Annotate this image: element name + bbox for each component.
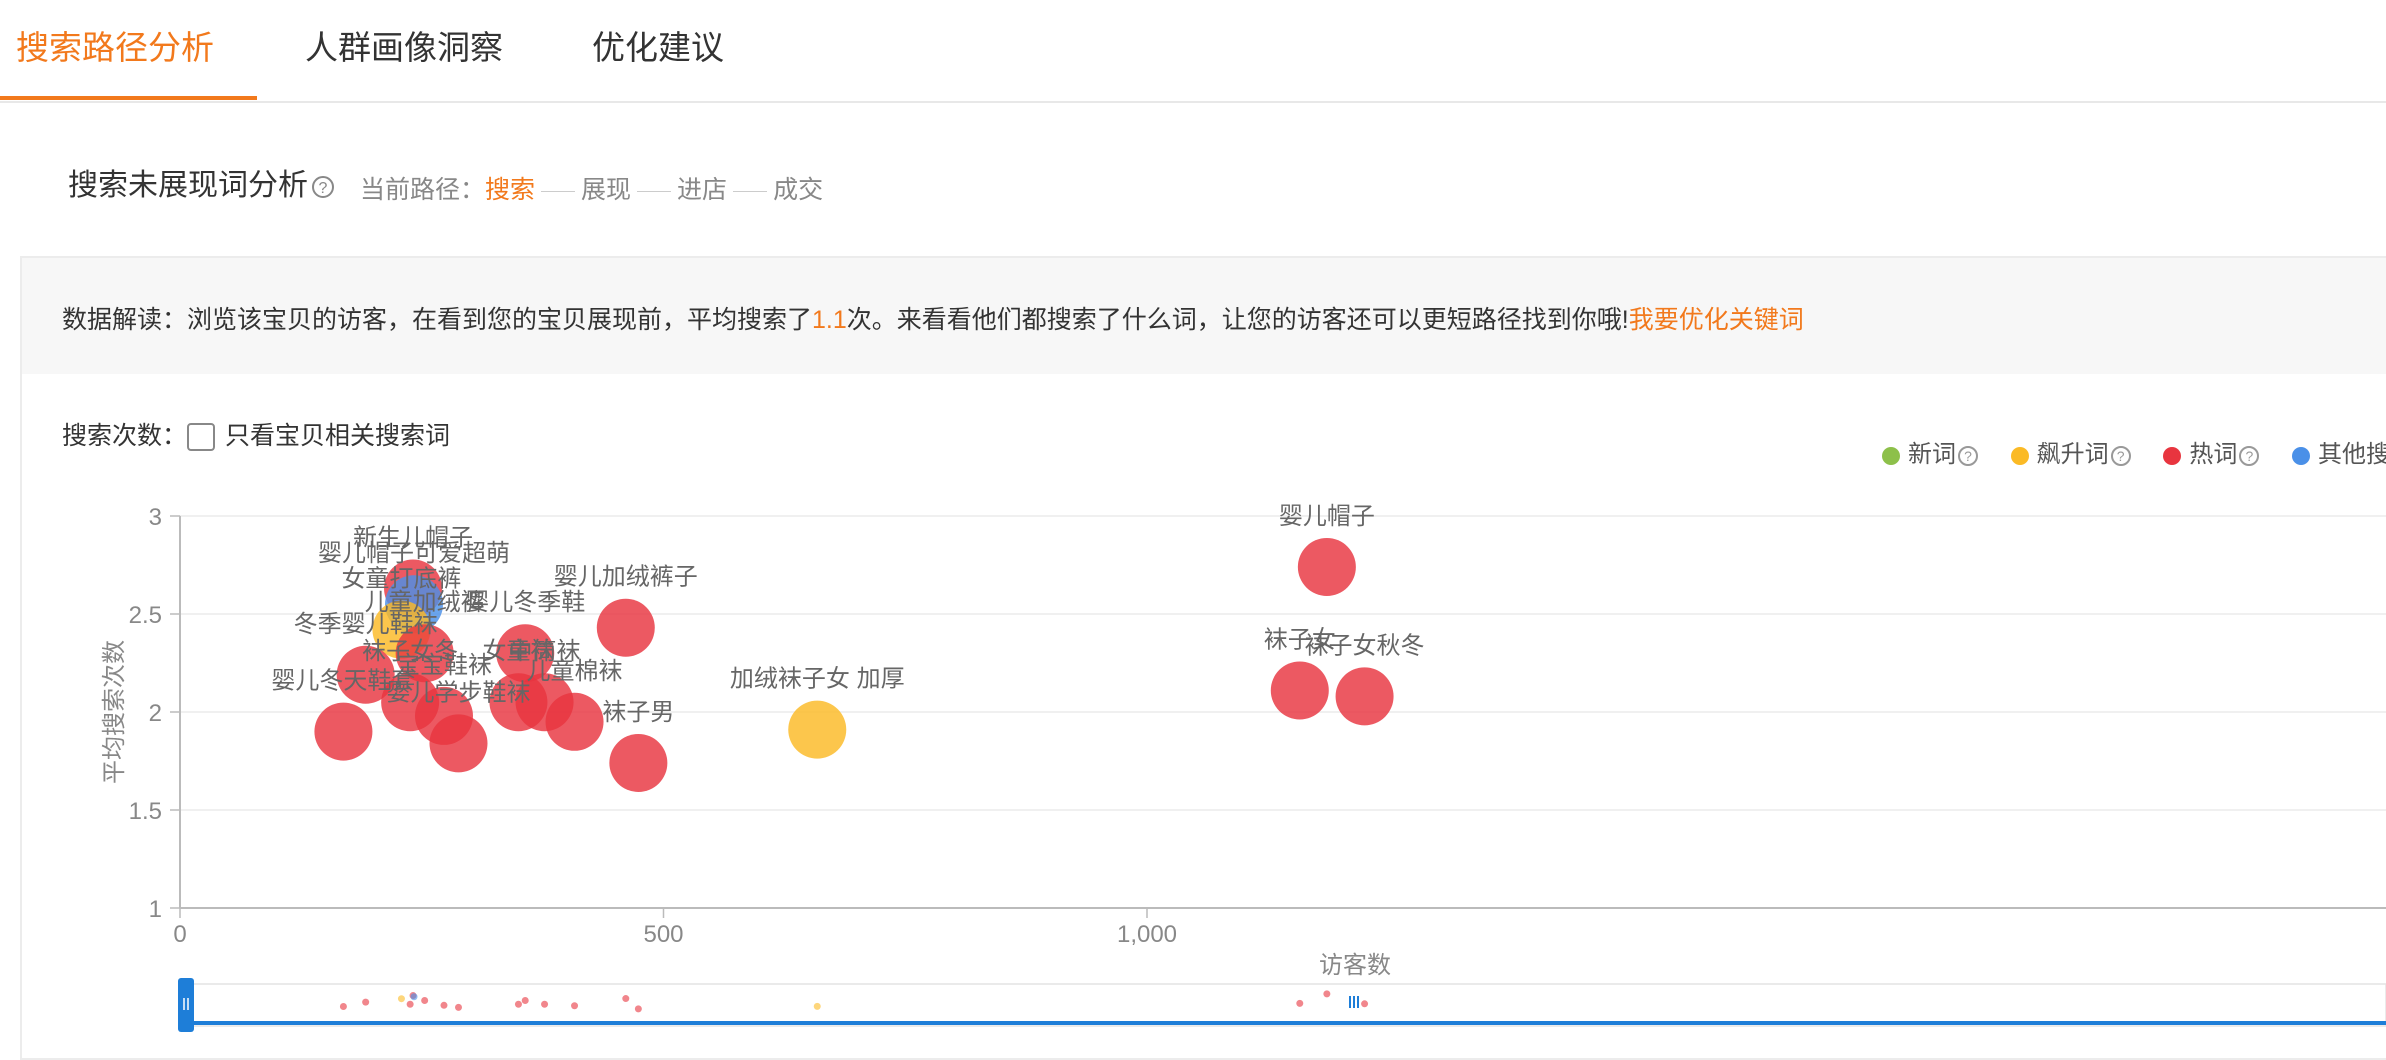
data-point[interactable] — [1270, 661, 1329, 720]
data-label: 婴儿帽子可爱超萌 — [318, 540, 510, 567]
zoom-preview-point — [571, 1002, 579, 1010]
y-tick-label: 1.5 — [129, 798, 162, 825]
data-point[interactable] — [788, 700, 847, 759]
x-tick-label: 500 — [643, 921, 683, 948]
zoom-preview-point — [421, 997, 429, 1004]
zoom-preview-point — [813, 1002, 821, 1010]
zoom-preview-point — [514, 1000, 522, 1008]
zoom-preview-point — [406, 1000, 414, 1008]
data-label: 儿童棉袜 — [527, 658, 623, 685]
data-label: 宝宝鞋袜 — [396, 652, 492, 679]
zoom-preview-point — [541, 1000, 549, 1008]
data-point[interactable] — [596, 598, 655, 657]
zoom-preview-point — [440, 1001, 448, 1009]
data-label: 婴儿学步鞋袜 — [386, 679, 530, 706]
data-label: 婴儿帽子 — [1279, 503, 1375, 530]
y-tick-label: 1 — [149, 896, 162, 923]
zoom-preview-point — [397, 995, 405, 1003]
data-point[interactable] — [314, 702, 373, 761]
zoom-preview-point — [410, 993, 418, 1001]
zoom-preview-point — [622, 995, 630, 1003]
zoom-preview-point — [362, 998, 370, 1006]
data-label: 婴儿加绒裤子 — [554, 564, 698, 591]
zoom-preview-point — [339, 1003, 347, 1010]
zoom-preview-point — [634, 1005, 642, 1013]
zoom-preview-point — [1323, 990, 1331, 998]
y-axis-title: 平均搜索次数 — [101, 640, 128, 784]
data-label: 袜子女秋冬 — [1305, 632, 1425, 659]
data-point[interactable] — [609, 733, 668, 792]
data-label: 袜子男 — [602, 699, 674, 726]
zoom-preview-point — [454, 1003, 462, 1011]
scatter-chart: 11.522.530 500 1,000访客数平均搜索次数婴儿帽子袜子女袜子女秋冬加… — [101, 503, 2386, 1032]
zoom-preview-point — [521, 997, 529, 1004]
x-tick-label: 0 — [173, 921, 186, 948]
data-label: 冬季婴儿鞋袜 — [294, 611, 438, 638]
zoom-slider-track[interactable] — [179, 983, 2386, 1027]
data-point[interactable] — [1335, 667, 1394, 726]
y-tick-label: 2 — [149, 700, 162, 727]
zoom-preview-point — [1361, 1000, 1369, 1008]
y-tick-label: 3 — [149, 504, 162, 531]
zoom-preview-point — [1296, 999, 1304, 1007]
y-tick-label: 2.5 — [129, 602, 162, 629]
zoom-handle-left[interactable] — [178, 978, 194, 1032]
x-axis-title: 访客数 — [1319, 952, 1391, 979]
data-point[interactable] — [429, 714, 488, 773]
data-label: 加绒袜子女 加厚 — [730, 666, 905, 693]
data-point[interactable] — [545, 692, 604, 751]
data-point[interactable] — [1297, 537, 1356, 596]
x-tick-label: 1,000 — [1117, 921, 1177, 948]
